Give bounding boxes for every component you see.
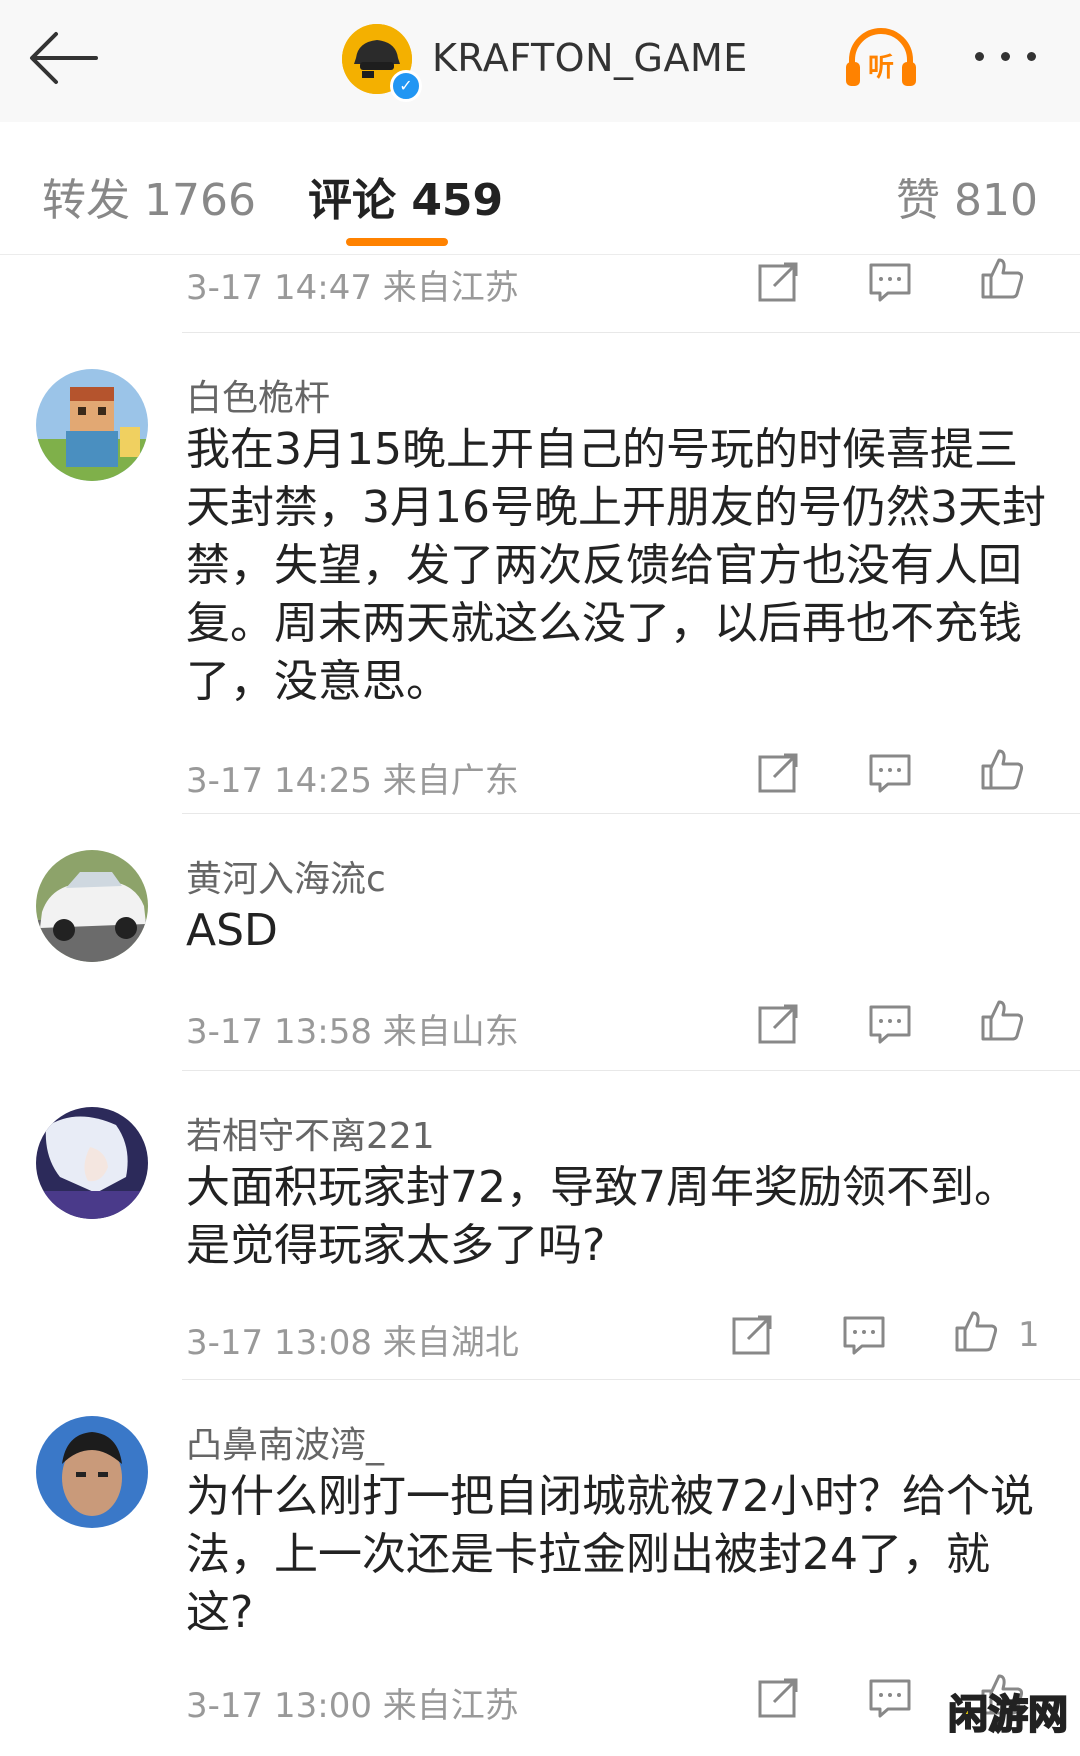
comment-username[interactable]: 白色桅杆	[186, 369, 330, 421]
comment-username[interactable]: 黄河入海流c	[186, 850, 386, 902]
comment-icon[interactable]	[868, 1002, 912, 1046]
repost-icon[interactable]	[756, 260, 800, 304]
avatar[interactable]	[36, 369, 148, 481]
repost-icon[interactable]	[756, 751, 800, 795]
listen-headphones-icon[interactable]: 听	[842, 26, 920, 90]
comment-actions: 3-17 13:58 来自山东	[0, 996, 1080, 1052]
comment-username[interactable]: 若相守不离221	[186, 1107, 435, 1159]
comment-meta: 3-17 13:08 来自湖北	[186, 1323, 519, 1363]
verified-badge-icon: ✓	[390, 70, 422, 102]
comment-meta: 3-17 14:25 来自广东	[186, 761, 519, 801]
repost-icon[interactable]	[756, 1002, 800, 1046]
comment-text: ASD	[186, 905, 278, 956]
avatar[interactable]	[36, 1416, 148, 1528]
comment-username[interactable]: 凸鼻南波湾_	[186, 1416, 384, 1468]
like-thumb-icon[interactable]	[980, 747, 1024, 791]
top-bar: ✓ KRAFTON_GAME 听	[0, 0, 1080, 123]
listen-label: 听	[868, 53, 894, 83]
tab-comments[interactable]: 评论 459	[308, 164, 503, 228]
site-watermark-logo: 闲游网	[947, 1691, 1069, 1739]
comment-actions: 3-17 13:08 来自湖北 1	[0, 1307, 1080, 1363]
comment-actions: 3-17 14:25 来自广东	[0, 745, 1080, 801]
tab-reposts[interactable]: 转发 1766	[42, 164, 256, 228]
comment-text: 大面积玩家封72，导致7周年奖励领不到。是觉得玩家太多了吗?	[186, 1162, 1018, 1271]
like-count: 1	[1018, 1315, 1040, 1355]
repost-icon[interactable]	[756, 1676, 800, 1720]
comment-item: 黄河入海流c ASD 3-17 13:58 来自山东	[0, 814, 1080, 1070]
comment-icon[interactable]	[868, 751, 912, 795]
comment-text: 我在3月15晚上开自己的号玩的时候喜提三天封禁，3月16号晚上开朋友的号仍然3天…	[186, 424, 1046, 707]
comment-tabs: 转发 1766 评论 459 赞 810	[0, 122, 1080, 255]
back-arrow-icon[interactable]	[26, 26, 106, 90]
comment-icon[interactable]	[842, 1313, 886, 1357]
more-options-icon[interactable]	[975, 38, 1055, 78]
comment-text: 为什么刚打一把自闭城就被72小时？给个说法，上一次还是卡拉金刚出被封24了，就这…	[186, 1471, 1034, 1638]
comment-icon[interactable]	[868, 260, 912, 304]
comment-meta: 3-17 14:47 来自江苏	[186, 268, 519, 308]
comment-item: 白色桅杆 我在3月15晚上开自己的号玩的时候喜提三天封禁，3月16号晚上开朋友的…	[0, 333, 1080, 813]
comment-item: 凸鼻南波湾_ 为什么刚打一把自闭城就被72小时？给个说法，上一次还是卡拉金刚出被…	[0, 1380, 1080, 1740]
repost-icon[interactable]	[730, 1313, 774, 1357]
comment-actions: 3-17 14:47 来自江苏	[0, 254, 1080, 332]
comment-list: 3-17 14:47 来自江苏 白色桅杆 我在3月15晚上开自己的号玩的时候喜提…	[0, 254, 1080, 1740]
active-tab-indicator	[346, 238, 448, 246]
comment-item: 若相守不离221 大面积玩家封72，导致7周年奖励领不到。是觉得玩家太多了吗? …	[0, 1071, 1080, 1379]
account-name[interactable]: KRAFTON_GAME	[432, 36, 748, 80]
like-thumb-icon[interactable]	[980, 256, 1024, 300]
avatar[interactable]	[36, 1107, 148, 1219]
comment-actions: 3-17 13:00 来自江苏	[0, 1670, 1080, 1726]
comment-meta: 3-17 13:00 来自江苏	[186, 1686, 519, 1726]
like-thumb-icon[interactable]	[980, 998, 1024, 1042]
comment-icon[interactable]	[868, 1676, 912, 1720]
tab-likes[interactable]: 赞 810	[896, 164, 1038, 228]
comment-meta: 3-17 13:58 来自山东	[186, 1012, 519, 1052]
like-thumb-icon[interactable]	[954, 1309, 998, 1353]
avatar[interactable]	[36, 850, 148, 962]
